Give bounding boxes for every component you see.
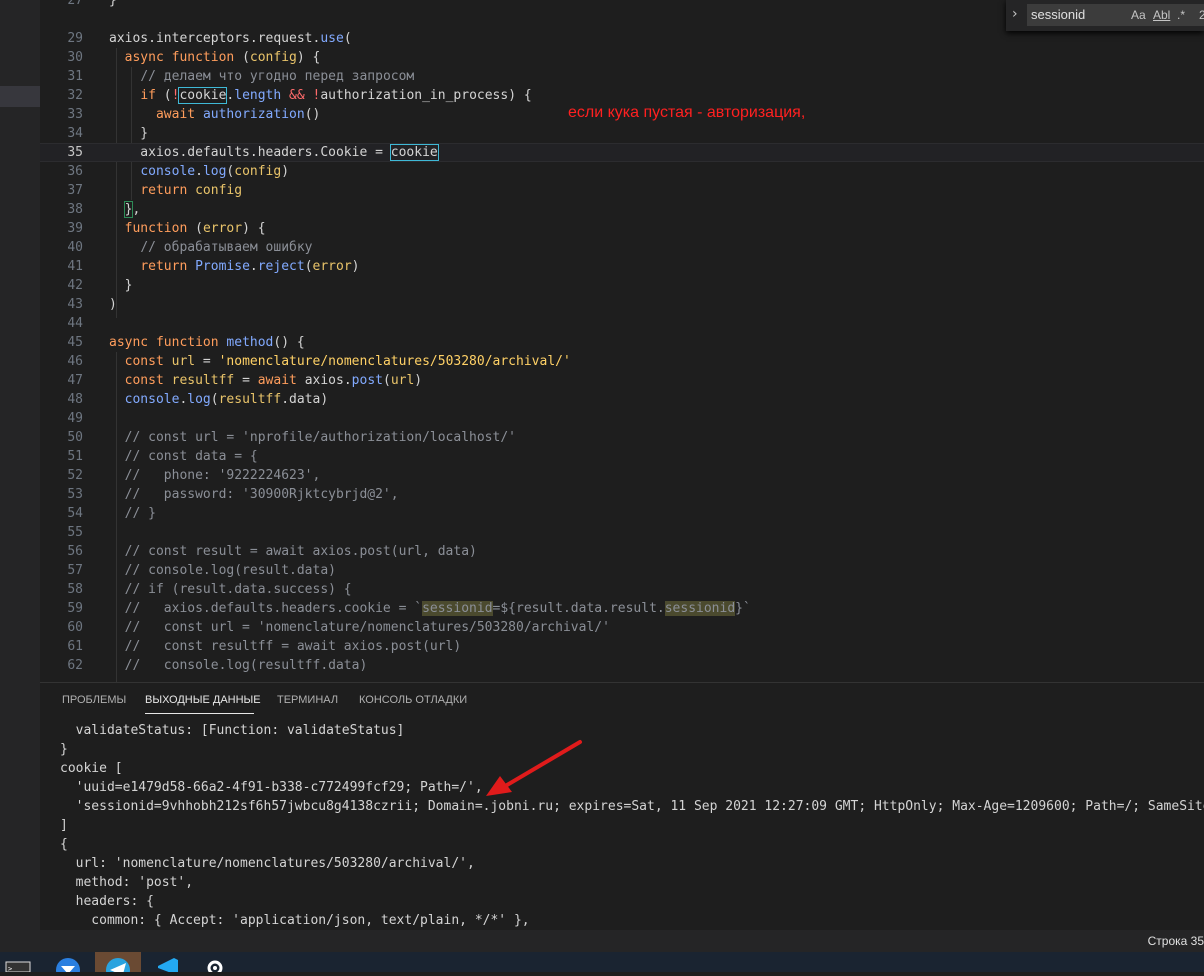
output-line: 'sessionid=9vhhobh212sf6h57jwbcu8g4138cz…	[60, 799, 1204, 814]
code-line: 42 }	[67, 278, 133, 293]
code-line: 61 // const resultff = await axios.post(…	[67, 639, 462, 654]
code-line: 52 // phone: '9222224623',	[67, 468, 321, 483]
output-line: method: 'post',	[60, 875, 194, 890]
output-line: cookie [	[60, 761, 123, 776]
output-line: ]	[60, 818, 68, 833]
output-panel[interactable]: validateStatus: [Function: validateStatu…	[40, 716, 1204, 930]
code-line: 46 const url = 'nomenclature/nomenclatur…	[67, 354, 571, 369]
settings-icon[interactable]	[195, 952, 235, 976]
tab-problems[interactable]: ПРОБЛЕМЫ	[62, 694, 126, 706]
code-line: 36 console.log(config)	[67, 164, 290, 179]
code-line: 56 // const result = await axios.post(ur…	[67, 544, 477, 559]
code-line: 49	[67, 411, 83, 426]
code-line: 44	[67, 316, 83, 331]
code-line: 31 // делаем что угодно перед запросом	[67, 69, 415, 84]
match-count: 2	[1199, 8, 1204, 22]
output-line: url: 'nomenclature/nomenclatures/503280/…	[60, 856, 475, 871]
mail-icon[interactable]	[48, 952, 88, 976]
tab-debug-console[interactable]: КОНСОЛЬ ОТЛАДКИ	[359, 694, 467, 706]
match-case-icon[interactable]: Aa	[1131, 8, 1146, 22]
code-line: 53 // password: '30900Rjktcybrjd@2',	[67, 487, 399, 502]
code-line: 37 return config	[67, 183, 243, 198]
panel-tab-bar: ПРОБЛЕМЫ ВЫХОДНЫЕ ДАННЫЕ ТЕРМИНАЛ КОНСОЛ…	[40, 682, 1204, 717]
code-line: 40 // обрабатываем ошибку	[67, 240, 313, 255]
output-line: {	[60, 837, 68, 852]
code-line: 54 // }	[67, 506, 156, 521]
find-input[interactable]: sessionid Aa Abl .*	[1027, 4, 1204, 26]
code-line: 47 const resultff = await axios.post(url…	[67, 373, 423, 388]
regex-icon[interactable]: .*	[1177, 8, 1185, 22]
code-line: 39 function (error) {	[67, 221, 266, 236]
output-line: 'uuid=e1479d58-66a2-4f91-b338-c772499fcf…	[60, 780, 483, 795]
current-code-line: 35 axios.defaults.headers.Cookie = cooki…	[40, 143, 1204, 162]
code-line: 50 // const url = 'nprofile/authorizatio…	[67, 430, 516, 445]
code-line: 57 // console.log(result.data)	[67, 563, 336, 578]
code-line: 58 // if (result.data.success) {	[67, 582, 352, 597]
code-line: 62 // console.log(resultff.data)	[67, 658, 368, 673]
output-line: validateStatus: [Function: validateStatu…	[60, 723, 405, 738]
cursor-position[interactable]: Строка 35	[1148, 934, 1204, 948]
output-line: common: { Accept: 'application/json, tex…	[60, 913, 530, 928]
whole-word-icon[interactable]: Abl	[1153, 8, 1170, 22]
taskbar: >_	[0, 952, 1204, 976]
annotation-text: если кука пустая - авторизация,	[568, 104, 806, 121]
tab-output[interactable]: ВЫХОДНЫЕ ДАННЫЕ	[145, 694, 261, 706]
code-editor[interactable]: 27} 29 axios.interceptors.request.use( 30…	[40, 0, 1204, 682]
output-line: }	[60, 742, 68, 757]
code-line: 29 axios.interceptors.request.use(	[67, 31, 352, 46]
vscode-icon[interactable]	[148, 952, 188, 974]
tab-terminal[interactable]: ТЕРМИНАЛ	[277, 694, 338, 706]
explorer-sidebar	[0, 0, 40, 930]
code-line: 32 if (!cookie.length && !authorization_…	[67, 87, 532, 104]
code-line: 48 console.log(resultff.data)	[67, 392, 329, 407]
code-line: 59 // axios.defaults.headers.cookie = `s…	[67, 601, 751, 616]
code-line: 45 async function method() {	[67, 335, 305, 350]
chevron-right-icon[interactable]: ›	[1012, 6, 1018, 22]
code-line: 43)	[67, 297, 117, 312]
selected-explorer-item[interactable]	[0, 86, 40, 107]
code-line: 55	[67, 525, 83, 540]
svg-text:>_: >_	[8, 965, 17, 972]
code-line: 38 },	[67, 201, 141, 218]
status-bar: Строка 35	[0, 930, 1204, 952]
find-widget: › sessionid Aa Abl .* 2	[1006, 0, 1204, 31]
code-line: 60 // const url = 'nomenclature/nomencla…	[67, 620, 610, 635]
active-tab-indicator	[145, 713, 254, 714]
output-line: headers: {	[60, 894, 154, 909]
terminal-icon[interactable]: >_	[0, 952, 40, 973]
code-line: 30 async function (config) {	[67, 50, 321, 65]
code-line: 34 }	[67, 126, 149, 141]
telegram-icon[interactable]	[95, 952, 141, 976]
code-line: 41 return Promise.reject(error)	[67, 259, 360, 274]
code-line: 51 // const data = {	[67, 449, 258, 464]
annotation-arrow-icon	[486, 740, 582, 796]
